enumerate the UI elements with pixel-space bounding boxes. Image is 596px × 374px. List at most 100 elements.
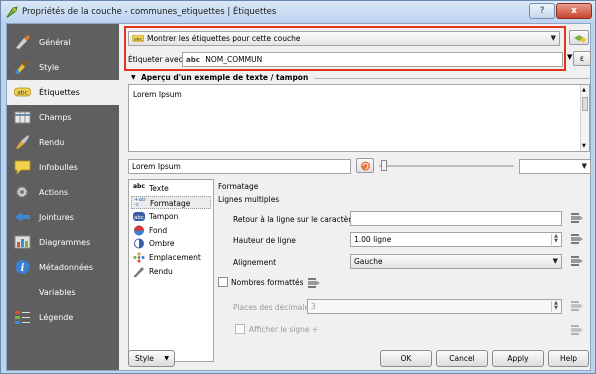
label-mode-select[interactable]: abc Montrer les étiquettes pour cette co… [128,31,560,46]
wrap-character-input[interactable] [350,211,562,226]
formatted-numbers-checkbox[interactable] [218,277,228,287]
expression-icon: ε [579,54,585,63]
data-defined-button[interactable] [569,30,589,45]
decimal-places-spinbox[interactable]: 3 ▲ ▼ [307,299,562,314]
tab-text[interactable]: abc Texte [131,182,211,195]
preview-scrollbar[interactable]: ▲ ▼ [580,85,589,151]
svg-text:ε: ε [20,286,26,299]
close-window-button[interactable]: x [556,3,592,19]
tab-label: Texte [149,184,169,193]
apply-button[interactable]: Apply [492,350,544,367]
spinner-arrows-icon[interactable]: ▲ ▼ [551,234,560,245]
tab-formatting[interactable]: +ab -c Formatage [131,196,211,209]
sidebar-item-label: Infobulles [39,163,78,172]
labels-icon: abc [132,35,144,42]
sidebar-item-tooltips[interactable]: Infobulles [7,155,119,180]
line-height-spinbox[interactable]: 1.00 ligne ▲ ▼ [350,232,562,247]
cancel-button[interactable]: Cancel [436,350,488,367]
chevron-down-icon: ▼ [550,34,556,42]
data-defined-icon[interactable] [570,212,584,224]
spinner-arrows-icon[interactable]: ▲ ▼ [551,301,560,312]
show-plus-checkbox[interactable] [235,324,245,334]
data-defined-icon[interactable] [570,255,584,267]
tab-buffer[interactable]: abc Tampon [131,210,211,223]
label-field-select[interactable]: abc NOM_COMMUN [182,52,563,67]
ok-button[interactable]: OK [380,350,432,367]
preview-scale-slider[interactable] [379,165,514,167]
help-button[interactable]: Help [548,350,589,367]
sidebar-item-fields[interactable]: Champs [7,105,119,130]
preview-group-title: Aperçu d'un exemple de texte / tampon [141,73,309,82]
label-field-value: NOM_COMMUN [205,55,263,64]
expression-button[interactable]: ε [573,51,591,66]
sidebar-item-rendering[interactable]: Rendu [7,130,119,155]
data-defined-icon[interactable] [570,300,584,312]
diagrams-icon [14,235,31,249]
buffer-icon: abc [133,212,145,221]
background-icon [134,225,144,236]
tab-label: Emplacement [149,253,201,262]
preview-area: Lorem Ipsum ▲ ▼ [128,84,590,152]
wrap-label: Retour à la ligne sur le caractère [233,215,356,224]
show-plus-label: Afficher le signe + [249,325,319,334]
multiline-heading: Lignes multiples [218,195,280,204]
placement-icon [133,252,145,263]
tab-placement[interactable]: Emplacement [131,251,211,264]
sidebar-item-joins[interactable]: Jointures [7,205,119,230]
tab-label: Tampon [149,212,179,221]
sidebar-item-actions[interactable]: Actions [7,180,119,205]
sidebar-item-legend[interactable]: Légende [7,305,119,330]
sidebar-item-label: Jointures [39,213,74,222]
sample-text-input[interactable]: Lorem Ipsum [128,159,351,174]
slider-handle[interactable] [381,160,387,171]
variables-icon: ε [20,286,26,299]
alignment-label: Alignement [233,258,277,267]
sidebar-item-labels[interactable]: abc Étiquettes [7,80,119,105]
svg-text:i: i [21,263,25,274]
tab-label: Fond [149,226,168,235]
sidebar-item-variables[interactable]: ε Variables [7,280,119,305]
sidebar: Général Style abc Étiquettes Champs Rend… [7,24,119,370]
label-mode-value: Montrer les étiquettes pour cette couche [147,34,301,43]
alignment-select[interactable]: Gauche ▼ [350,254,562,269]
svg-text:abc: abc [17,90,28,97]
alignment-value: Gauche [354,257,383,266]
general-icon [16,35,30,49]
data-defined-icon[interactable] [570,233,584,245]
tab-background[interactable]: Fond [131,224,211,237]
sidebar-item-label: Diagrammes [39,238,91,247]
formatting-heading: Formatage [218,182,259,191]
sidebar-item-diagrams[interactable]: Diagrammes [7,230,119,255]
preview-background-color[interactable]: ▼ [519,159,591,174]
scroll-thumb[interactable] [582,97,588,111]
sidebar-item-general[interactable]: Général [7,30,119,55]
sidebar-item-label: Actions [39,188,69,197]
collapse-arrow-icon[interactable]: ▼ [131,74,136,81]
scroll-up-icon[interactable]: ▲ [582,87,586,93]
dialog-body: Général Style abc Étiquettes Champs Rend… [6,23,591,371]
sidebar-item-style[interactable]: Style [7,55,119,80]
chevron-down-icon: ▼ [581,162,587,170]
sidebar-item-metadata[interactable]: i Métadonnées [7,255,119,280]
title-bar[interactable]: Propriétés de la couche - communes_etiqu… [1,1,595,23]
formatted-numbers-label: Nombres formattés [231,278,304,287]
chevron-down-icon[interactable]: ▼ [567,53,572,61]
reset-preview-button[interactable] [356,158,374,173]
settings-tab-list: abc Texte +ab -c Formatage abc Tampon Fon… [128,179,214,362]
tab-shadow[interactable]: Ombre [131,237,211,250]
svg-text:abc: abc [134,37,143,43]
fields-icon [14,111,31,124]
legend-icon [15,311,30,324]
help-window-button[interactable]: ? [529,3,555,19]
tab-label: Rendu [149,267,173,276]
reset-icon [361,161,370,171]
formatting-icon: +ab -c [134,197,146,208]
data-defined-icon[interactable] [570,324,584,336]
tab-rendering[interactable]: Rendu [131,265,211,278]
sidebar-item-label: Style [39,63,60,72]
decimal-places-value: 3 [311,302,316,311]
scroll-down-icon[interactable]: ▼ [582,143,586,149]
label-with-label: Étiqueter avec [128,55,183,64]
data-defined-icon[interactable] [307,277,321,289]
style-menu-button[interactable]: Style ▼ [128,350,175,367]
